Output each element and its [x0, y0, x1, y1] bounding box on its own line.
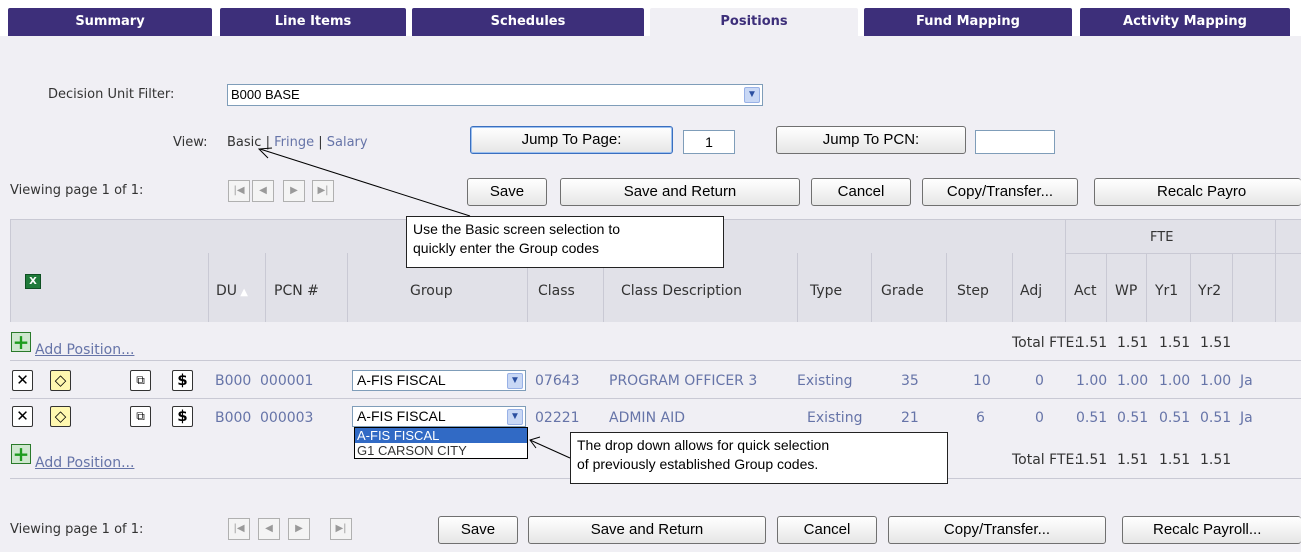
annotation-arrows [257, 147, 571, 459]
